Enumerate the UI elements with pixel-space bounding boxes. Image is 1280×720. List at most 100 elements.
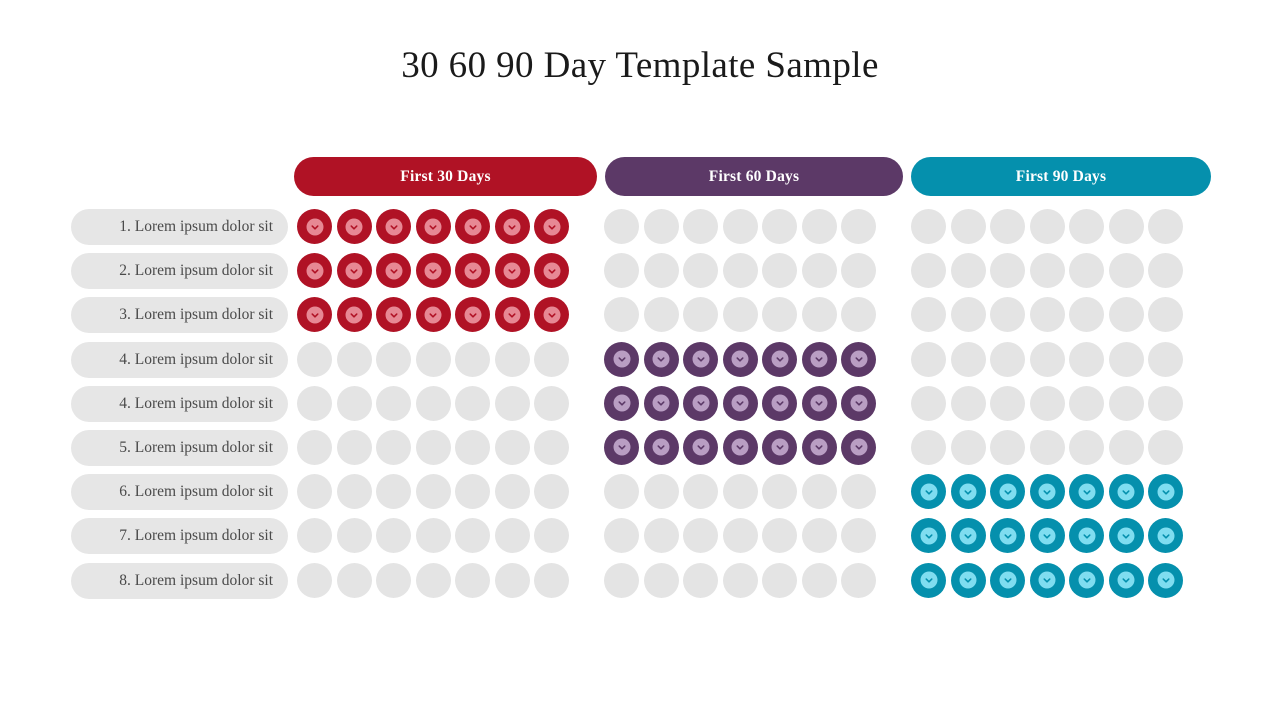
empty-cell[interactable]	[1148, 297, 1183, 333]
empty-cell[interactable]	[950, 253, 986, 289]
completed-cell[interactable]	[534, 297, 569, 333]
completed-cell[interactable]	[722, 341, 758, 377]
empty-cell[interactable]	[336, 341, 372, 377]
completed-cell[interactable]	[990, 518, 1025, 554]
empty-cell[interactable]	[950, 209, 986, 244]
completed-cell[interactable]	[336, 209, 372, 244]
completed-cell[interactable]	[683, 385, 718, 421]
completed-cell[interactable]	[801, 341, 837, 377]
row-label-pill[interactable]: 1. Lorem ipsum dolor sit	[71, 209, 288, 245]
empty-cell[interactable]	[762, 474, 797, 510]
completed-cell[interactable]	[801, 385, 837, 421]
completed-cell[interactable]	[534, 253, 569, 289]
completed-cell[interactable]	[455, 209, 490, 244]
empty-cell[interactable]	[494, 341, 530, 377]
empty-cell[interactable]	[534, 341, 569, 377]
completed-cell[interactable]	[1108, 474, 1144, 510]
empty-cell[interactable]	[1148, 253, 1183, 289]
empty-cell[interactable]	[990, 341, 1025, 377]
empty-cell[interactable]	[494, 518, 530, 554]
empty-cell[interactable]	[1029, 385, 1065, 421]
empty-cell[interactable]	[604, 562, 639, 598]
empty-cell[interactable]	[1148, 385, 1183, 421]
empty-cell[interactable]	[604, 209, 639, 244]
empty-cell[interactable]	[911, 253, 946, 289]
completed-cell[interactable]	[1148, 562, 1183, 598]
empty-cell[interactable]	[841, 209, 876, 244]
empty-cell[interactable]	[722, 474, 758, 510]
empty-cell[interactable]	[683, 297, 718, 333]
empty-cell[interactable]	[990, 385, 1025, 421]
phase-header-first-90-days[interactable]: First 90 Days	[911, 157, 1211, 196]
completed-cell[interactable]	[297, 253, 332, 289]
empty-cell[interactable]	[376, 385, 411, 421]
empty-cell[interactable]	[455, 429, 490, 465]
completed-cell[interactable]	[762, 429, 797, 465]
completed-cell[interactable]	[297, 297, 332, 333]
empty-cell[interactable]	[376, 562, 411, 598]
completed-cell[interactable]	[950, 562, 986, 598]
completed-cell[interactable]	[762, 385, 797, 421]
completed-cell[interactable]	[336, 253, 372, 289]
empty-cell[interactable]	[376, 341, 411, 377]
empty-cell[interactable]	[1108, 253, 1144, 289]
empty-cell[interactable]	[643, 297, 679, 333]
empty-cell[interactable]	[683, 253, 718, 289]
empty-cell[interactable]	[604, 474, 639, 510]
empty-cell[interactable]	[801, 474, 837, 510]
empty-cell[interactable]	[801, 562, 837, 598]
empty-cell[interactable]	[801, 518, 837, 554]
completed-cell[interactable]	[376, 209, 411, 244]
empty-cell[interactable]	[683, 209, 718, 244]
completed-cell[interactable]	[376, 253, 411, 289]
empty-cell[interactable]	[1069, 297, 1104, 333]
empty-cell[interactable]	[801, 253, 837, 289]
empty-cell[interactable]	[762, 297, 797, 333]
empty-cell[interactable]	[841, 562, 876, 598]
empty-cell[interactable]	[1148, 209, 1183, 244]
empty-cell[interactable]	[722, 297, 758, 333]
empty-cell[interactable]	[911, 429, 946, 465]
empty-cell[interactable]	[336, 562, 372, 598]
completed-cell[interactable]	[1108, 562, 1144, 598]
empty-cell[interactable]	[643, 209, 679, 244]
completed-cell[interactable]	[494, 253, 530, 289]
completed-cell[interactable]	[455, 297, 490, 333]
empty-cell[interactable]	[494, 385, 530, 421]
row-label-pill[interactable]: 4. Lorem ipsum dolor sit	[71, 385, 288, 422]
empty-cell[interactable]	[1029, 253, 1065, 289]
empty-cell[interactable]	[762, 209, 797, 244]
completed-cell[interactable]	[911, 518, 946, 554]
completed-cell[interactable]	[683, 341, 718, 377]
empty-cell[interactable]	[336, 429, 372, 465]
empty-cell[interactable]	[683, 474, 718, 510]
empty-cell[interactable]	[297, 341, 332, 377]
completed-cell[interactable]	[415, 297, 451, 333]
completed-cell[interactable]	[911, 474, 946, 510]
empty-cell[interactable]	[1108, 429, 1144, 465]
empty-cell[interactable]	[801, 297, 837, 333]
empty-cell[interactable]	[950, 341, 986, 377]
empty-cell[interactable]	[415, 341, 451, 377]
empty-cell[interactable]	[722, 253, 758, 289]
empty-cell[interactable]	[1069, 253, 1104, 289]
empty-cell[interactable]	[911, 209, 946, 244]
completed-cell[interactable]	[1148, 474, 1183, 510]
empty-cell[interactable]	[841, 474, 876, 510]
completed-cell[interactable]	[336, 297, 372, 333]
empty-cell[interactable]	[336, 518, 372, 554]
empty-cell[interactable]	[376, 474, 411, 510]
empty-cell[interactable]	[1029, 429, 1065, 465]
completed-cell[interactable]	[1148, 518, 1183, 554]
empty-cell[interactable]	[683, 562, 718, 598]
completed-cell[interactable]	[762, 341, 797, 377]
completed-cell[interactable]	[841, 341, 876, 377]
completed-cell[interactable]	[801, 429, 837, 465]
empty-cell[interactable]	[455, 518, 490, 554]
completed-cell[interactable]	[455, 253, 490, 289]
empty-cell[interactable]	[534, 518, 569, 554]
empty-cell[interactable]	[1069, 385, 1104, 421]
empty-cell[interactable]	[297, 518, 332, 554]
empty-cell[interactable]	[376, 429, 411, 465]
empty-cell[interactable]	[990, 253, 1025, 289]
